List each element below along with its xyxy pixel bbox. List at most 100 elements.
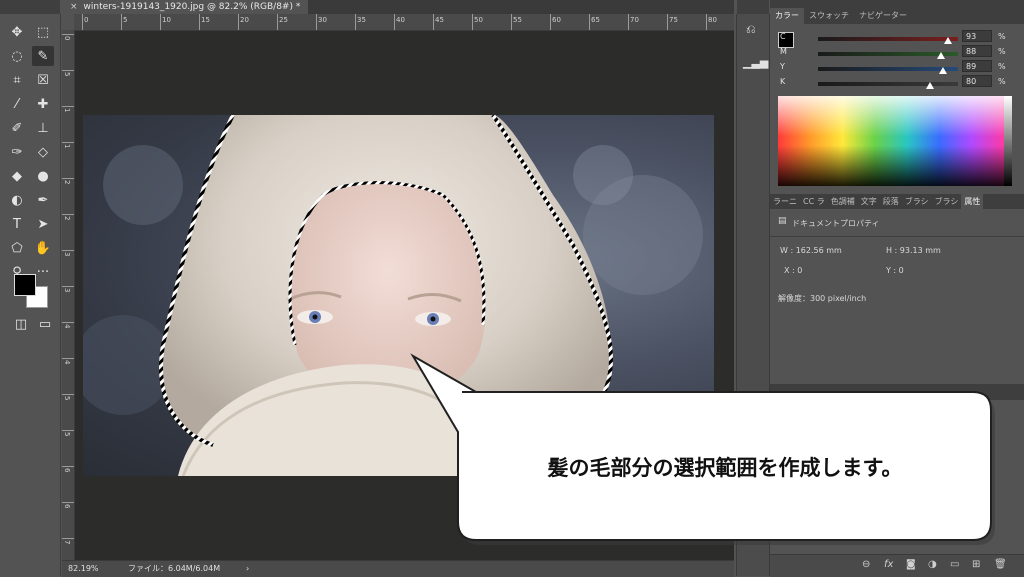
properties-tab-7[interactable]: 属性 xyxy=(961,194,984,209)
channel-slider[interactable] xyxy=(818,67,958,71)
pen-tool-icon[interactable]: ✒ xyxy=(32,190,54,210)
ruler-tick xyxy=(277,14,278,30)
divider xyxy=(770,236,1024,237)
channel-value-field[interactable]: 89 xyxy=(962,60,992,72)
paint-bucket-tool-icon[interactable]: ◆ xyxy=(6,166,28,186)
trash-icon[interactable]: 🗑 xyxy=(994,559,1007,570)
properties-tab-3[interactable]: 文字 xyxy=(858,194,880,209)
properties-tab-5[interactable]: ブラシ xyxy=(902,194,932,209)
tools-panel-header[interactable] xyxy=(0,0,60,14)
color-tab-2[interactable]: ナビゲーター xyxy=(854,8,912,24)
frame-tool-icon[interactable]: ☒ xyxy=(32,70,54,90)
slider-thumb[interactable] xyxy=(926,82,934,89)
ruler-label: 5 xyxy=(63,432,71,437)
hand-tool-icon[interactable]: ✋ xyxy=(32,238,54,258)
ruler-label: 25 xyxy=(279,16,288,24)
healing-brush-tool-icon[interactable]: ✚ xyxy=(32,94,54,114)
close-tab-icon[interactable]: × xyxy=(70,2,78,12)
ruler-label: 1 xyxy=(63,108,71,113)
percent-label: % xyxy=(998,47,1006,56)
slider-thumb[interactable] xyxy=(938,67,947,74)
status-bar: 82.19% ファイル：6.04M/6.04M › xyxy=(62,560,734,577)
path-selection-tool-icon[interactable]: ➤ xyxy=(32,214,54,234)
channel-value-field[interactable]: 88 xyxy=(962,45,992,57)
link-layers-icon[interactable]: ⊖ xyxy=(862,559,870,570)
history-panel-icon[interactable]: ⎌ xyxy=(746,22,756,37)
eraser-tool-icon[interactable]: ◇ xyxy=(32,142,54,162)
brush-tool-icon[interactable]: ✐ xyxy=(6,118,28,138)
quick-selection-tool-icon[interactable]: ✎ xyxy=(32,46,54,66)
icon-strip-header[interactable] xyxy=(737,0,769,14)
ruler-label: 70 xyxy=(630,16,639,24)
photo-canvas[interactable] xyxy=(83,115,714,476)
screen-mode-icon[interactable]: ▭ xyxy=(34,314,56,334)
properties-section-title: ドキュメントプロパティ xyxy=(792,219,880,228)
ruler-label: 0 xyxy=(63,36,71,41)
color-tab-0[interactable]: カラー xyxy=(770,8,804,24)
histogram-panel-icon[interactable]: ▁▃▅ xyxy=(743,56,768,69)
properties-tab-0[interactable]: ラーニ xyxy=(770,194,800,209)
channel-label: K xyxy=(780,77,786,86)
horizontal-ruler[interactable]: 0 5 10 15 20 25 30 35 40 45 50 55 60 65 70 75 80 xyxy=(74,14,734,31)
ruler-label: 30 xyxy=(318,16,327,24)
dodge-tool-icon[interactable]: ◐ xyxy=(6,190,28,210)
portrait-image xyxy=(83,115,703,476)
channel-slider[interactable] xyxy=(818,82,958,86)
slider-thumb[interactable] xyxy=(937,52,946,59)
ruler-tick xyxy=(62,358,74,359)
color-tab-1[interactable]: スウォッチ xyxy=(804,8,854,24)
blur-tool-icon[interactable]: ● xyxy=(32,166,54,186)
channel-value-field[interactable]: 93 xyxy=(962,30,992,42)
adjustment-layer-icon[interactable]: ◑ xyxy=(928,559,937,570)
zoom-level[interactable]: 82.19% xyxy=(68,561,99,577)
properties-tab-4[interactable]: 段落 xyxy=(880,194,902,209)
ruler-label: 3 xyxy=(63,252,71,257)
color-spectrum[interactable] xyxy=(778,96,1004,186)
document-tab[interactable]: × winters-1919143_1920.jpg @ 82.2% (RGB/8… xyxy=(62,0,309,14)
ruler-tick xyxy=(589,14,590,30)
ruler-tick xyxy=(62,178,74,179)
height-value[interactable]: H : 93.13 mm xyxy=(886,246,941,255)
x-value[interactable]: X : 0 xyxy=(784,266,802,275)
move-tool-icon[interactable]: ✥ xyxy=(6,22,28,42)
grayscale-ramp[interactable] xyxy=(1004,96,1012,186)
channel-label: M xyxy=(780,47,787,56)
foreground-color-swatch[interactable] xyxy=(14,274,36,296)
new-layer-icon[interactable]: ⊞ xyxy=(972,559,980,570)
properties-tab-2[interactable]: 色調補 xyxy=(828,194,858,209)
ruler-label: 50 xyxy=(474,16,483,24)
ruler-label: 6 xyxy=(63,504,71,509)
quick-mask-icon[interactable]: ◫ xyxy=(10,314,32,334)
vertical-ruler[interactable]: 0 5 1 1 2 2 3 3 4 4 5 5 6 6 7 xyxy=(62,30,75,562)
y-value[interactable]: Y : 0 xyxy=(886,266,904,275)
width-value[interactable]: W : 162.56 mm xyxy=(780,246,842,255)
ruler-tick xyxy=(511,14,512,30)
channel-row-y: Y 89% xyxy=(780,60,1012,74)
type-tool-icon[interactable]: T xyxy=(6,214,28,234)
ruler-tick xyxy=(62,106,74,107)
eyedropper-tool-icon[interactable]: ⁄ xyxy=(6,94,28,114)
status-menu-arrow[interactable]: › xyxy=(246,561,249,577)
lasso-tool-icon[interactable]: ◌ xyxy=(6,46,28,66)
layers-panel-tabbar[interactable] xyxy=(770,384,1024,400)
layer-style-icon[interactable]: fx xyxy=(884,559,893,570)
properties-tab-1[interactable]: CC ラ xyxy=(800,194,828,209)
tools-panel: ✥ ⬚ ◌ ✎ ⌗ ☒ ⁄ ✚ ✐ ⊥ ✑ ◇ ◆ ● ◐ ✒ T ➤ ⬠ ✋ ⚲ ··· ◫ ▭ xyxy=(0,0,61,576)
properties-tab-6[interactable]: ブラシ xyxy=(932,194,962,209)
slider-thumb[interactable] xyxy=(944,37,953,44)
shape-tool-icon[interactable]: ⬠ xyxy=(6,238,28,258)
new-group-icon[interactable]: ▭ xyxy=(950,559,959,570)
add-mask-icon[interactable]: ◙ xyxy=(906,559,916,570)
history-brush-tool-icon[interactable]: ✑ xyxy=(6,142,28,162)
marquee-tool-icon[interactable]: ⬚ xyxy=(32,22,54,42)
channel-slider[interactable] xyxy=(818,37,958,41)
ruler-label: 65 xyxy=(591,16,600,24)
ruler-tick xyxy=(62,466,74,467)
percent-label: % xyxy=(998,77,1006,86)
stamp-tool-icon[interactable]: ⊥ xyxy=(32,118,54,138)
ruler-tick xyxy=(199,14,200,30)
channel-value-field[interactable]: 80 xyxy=(962,75,992,87)
ruler-tick xyxy=(62,538,74,539)
crop-tool-icon[interactable]: ⌗ xyxy=(6,70,28,90)
ruler-label: 3 xyxy=(63,288,71,293)
